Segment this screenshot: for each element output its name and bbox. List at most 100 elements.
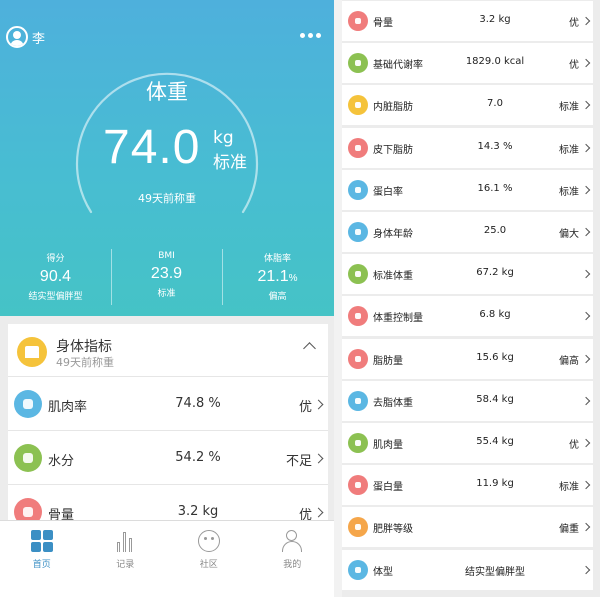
- metric-row[interactable]: 肥胖等级 偏重: [342, 507, 593, 548]
- weight-unit: kg: [213, 128, 234, 148]
- metric-value: 58.4 kg: [476, 393, 514, 405]
- indicator-row[interactable]: 肌肉率 74.8 % 优: [8, 377, 328, 431]
- muscle-rate-icon: [14, 390, 42, 418]
- chevron-right-icon[interactable]: [581, 143, 591, 152]
- metabolism-icon: [348, 53, 368, 74]
- chevron-right-icon[interactable]: [581, 438, 591, 448]
- chevron-right-icon[interactable]: [581, 227, 591, 237]
- stat-bmi[interactable]: BMI 23.9 标准: [111, 247, 222, 305]
- body-indicators-card: 身体指标 49天前称重 肌肉率 74.8 % 优水分 54.2 % 不足 骨量 3.2 kg…: [8, 324, 328, 539]
- chevron-right-icon[interactable]: [313, 399, 324, 410]
- tab-home[interactable]: 首页: [0, 521, 84, 597]
- metric-value: 15.6 kg: [476, 351, 514, 363]
- stat-body-fat[interactable]: 体脂率 21.1% 偏高: [222, 247, 333, 305]
- metric-label: 蛋白率: [373, 186, 403, 198]
- obesity-level-icon: [348, 517, 368, 538]
- indicator-label: 水分: [48, 454, 75, 469]
- tab-label: 首页: [32, 560, 51, 570]
- metric-row[interactable]: 标准体重 67.2 kg: [342, 254, 593, 295]
- metric-status: 偏重: [559, 524, 579, 536]
- chevron-right-icon[interactable]: [581, 480, 591, 490]
- stat-score[interactable]: 得分 90.4 结实型偏胖型: [0, 247, 111, 305]
- user-account[interactable]: 李: [6, 26, 45, 48]
- chevron-right-icon[interactable]: [313, 507, 324, 518]
- chevron-right-icon[interactable]: [581, 312, 591, 321]
- stat-label: 得分: [46, 254, 65, 264]
- weight-status: 标准: [213, 153, 247, 173]
- indicator-value: 74.8 %: [175, 396, 221, 411]
- indicator-row[interactable]: 水分 54.2 % 不足: [8, 431, 328, 485]
- stat-value: 90.4: [39, 268, 72, 285]
- chevron-right-icon[interactable]: [581, 16, 591, 26]
- tab-label: 社区: [199, 560, 218, 570]
- metric-row[interactable]: 肌肉量 55.4 kg 优: [342, 423, 593, 463]
- more-dots-icon[interactable]: [300, 33, 321, 38]
- metric-label: 骨量: [373, 18, 393, 29]
- metric-label: 身体年龄: [373, 229, 413, 240]
- metric-row[interactable]: 蛋白率 16.1 % 标准: [342, 169, 593, 210]
- summary-stats: 得分 90.4 结实型偏胖型 BMI 23.9 标准 体脂率 21.1% 偏高: [0, 247, 334, 305]
- metric-row[interactable]: 基础代谢率 1829.0 kcal 优: [342, 43, 593, 84]
- metric-status: 优: [569, 18, 579, 29]
- metric-value: 14.3 %: [477, 140, 513, 152]
- metric-row[interactable]: 脂肪量 15.6 kg 偏高: [342, 338, 593, 379]
- stat-value: 23.9: [150, 265, 183, 282]
- fat-mass-icon: [348, 348, 368, 369]
- avatar-icon[interactable]: [6, 26, 28, 48]
- gauge-title: 体重: [146, 80, 188, 104]
- weight-hero: 李 体重 74.0 kg 标准 49天前称重 得分 90.4 结实型偏胖型 BM…: [0, 0, 334, 316]
- metric-row[interactable]: 蛋白量 11.9 kg 标准: [342, 465, 593, 506]
- muscle-mass-icon: [348, 433, 368, 453]
- indicator-value: 54.2 %: [175, 450, 221, 465]
- weigh-time: 49天前称重: [138, 192, 196, 205]
- community-icon: [197, 530, 220, 552]
- metric-row[interactable]: 体型 结实型偏胖型: [342, 549, 593, 590]
- metric-value: 67.2 kg: [476, 267, 514, 279]
- metric-row[interactable]: 骨量 3.2 kg 优: [342, 1, 593, 41]
- chevron-right-icon[interactable]: [313, 453, 324, 464]
- metric-value: 55.4 kg: [476, 436, 514, 447]
- metric-status: 标准: [559, 186, 579, 198]
- metric-label: 皮下脂肪: [373, 144, 413, 156]
- indicator-status: 优: [298, 400, 312, 415]
- chevron-right-icon[interactable]: [581, 354, 591, 363]
- tab-community[interactable]: 社区: [167, 521, 251, 597]
- chevron-right-icon[interactable]: [581, 58, 591, 68]
- chevron-up-icon[interactable]: [303, 342, 316, 355]
- chevron-right-icon[interactable]: [581, 185, 591, 195]
- metric-status: 偏高: [559, 355, 579, 367]
- stat-note: 标准: [157, 289, 176, 299]
- stat-note: 偏高: [268, 292, 287, 302]
- chevron-right-icon[interactable]: [581, 101, 591, 110]
- standard-weight-icon: [348, 264, 368, 285]
- tab-bar: 首页 记录 社区 我的: [0, 520, 334, 597]
- metric-row[interactable]: 体重控制量 6.8 kg: [342, 296, 593, 337]
- subcutaneous-fat-icon: [348, 137, 368, 158]
- chevron-right-icon[interactable]: [581, 269, 591, 279]
- metric-row[interactable]: 身体年龄 25.0 偏大: [342, 212, 593, 252]
- card-header[interactable]: 身体指标 49天前称重: [8, 324, 328, 377]
- tab-records[interactable]: 记录: [84, 521, 168, 597]
- metric-row[interactable]: 皮下脂肪 14.3 % 标准: [342, 127, 593, 168]
- chevron-right-icon[interactable]: [581, 523, 591, 532]
- metric-row[interactable]: 去脂体重 58.4 kg: [342, 380, 593, 421]
- metric-label: 肌肉量: [373, 440, 403, 451]
- metric-label: 体重控制量: [373, 313, 423, 325]
- bone-icon: [348, 11, 368, 31]
- metric-value: 3.2 kg: [479, 14, 511, 25]
- chevron-right-icon[interactable]: [581, 396, 591, 406]
- user-name[interactable]: 李: [32, 28, 45, 47]
- metric-row[interactable]: 内脏脂肪 7.0 标准: [342, 85, 593, 126]
- metric-label: 去脂体重: [373, 397, 413, 409]
- metric-status: 标准: [559, 482, 579, 494]
- metric-value: 25.0: [483, 225, 507, 236]
- weight-control-icon: [348, 306, 368, 327]
- tab-label: 我的: [283, 560, 302, 570]
- app-screen: 李 体重 74.0 kg 标准 49天前称重 得分 90.4 结实型偏胖型 BM…: [0, 0, 600, 597]
- body-age-icon: [348, 222, 368, 242]
- chevron-right-icon[interactable]: [581, 565, 591, 574]
- stat-value: 21.1%: [257, 268, 298, 285]
- tab-profile[interactable]: 我的: [251, 521, 335, 597]
- indicator-status: 不足: [285, 454, 312, 469]
- dashboard-panel: 李 体重 74.0 kg 标准 49天前称重 得分 90.4 结实型偏胖型 BM…: [0, 0, 334, 597]
